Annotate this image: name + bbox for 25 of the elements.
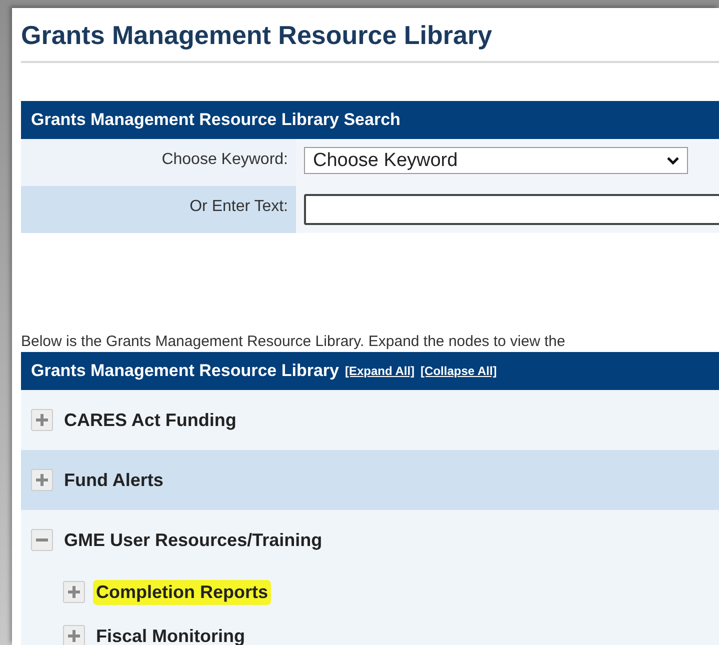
text-input-field[interactable]	[304, 194, 719, 225]
tree-node-label[interactable]: CARES Act Funding	[61, 408, 240, 432]
field-label: Choose Keyword:	[160, 150, 289, 170]
expand-button[interactable]	[31, 409, 53, 431]
tree-link[interactable]: [Expand All]	[344, 364, 415, 378]
plus-icon	[36, 414, 48, 426]
page-title: Grants Management Resource Library	[21, 20, 719, 63]
plus-icon	[36, 474, 48, 486]
search-title: Grants Management Resource Library Search	[31, 110, 400, 130]
expand-button[interactable]	[63, 625, 85, 645]
expand-button[interactable]	[31, 469, 53, 491]
chevron-icon	[667, 156, 679, 164]
intro-text: Below is the Grants Management Resource Library. Expand the nodes to view the	[21, 333, 566, 350]
tree-node-label[interactable]: Completion Reports	[93, 580, 272, 604]
tree-node-label[interactable]: Fund Alerts	[61, 468, 166, 492]
tree-link[interactable]: [Collapse All]	[420, 364, 497, 378]
collapse-button[interactable]	[31, 529, 53, 551]
plus-icon	[68, 586, 80, 598]
tree-node-label[interactable]: GME User Resources/Training	[61, 528, 326, 552]
plus-icon	[68, 630, 80, 642]
field-label: Or Enter Text:	[188, 197, 289, 217]
library-title: Grants Management Resource Library	[31, 361, 339, 381]
expand-button[interactable]	[63, 581, 85, 603]
tree-node-label[interactable]: Fiscal Monitoring	[93, 624, 248, 645]
keyword-dropdown[interactable]: Choose Keyword	[304, 147, 688, 174]
